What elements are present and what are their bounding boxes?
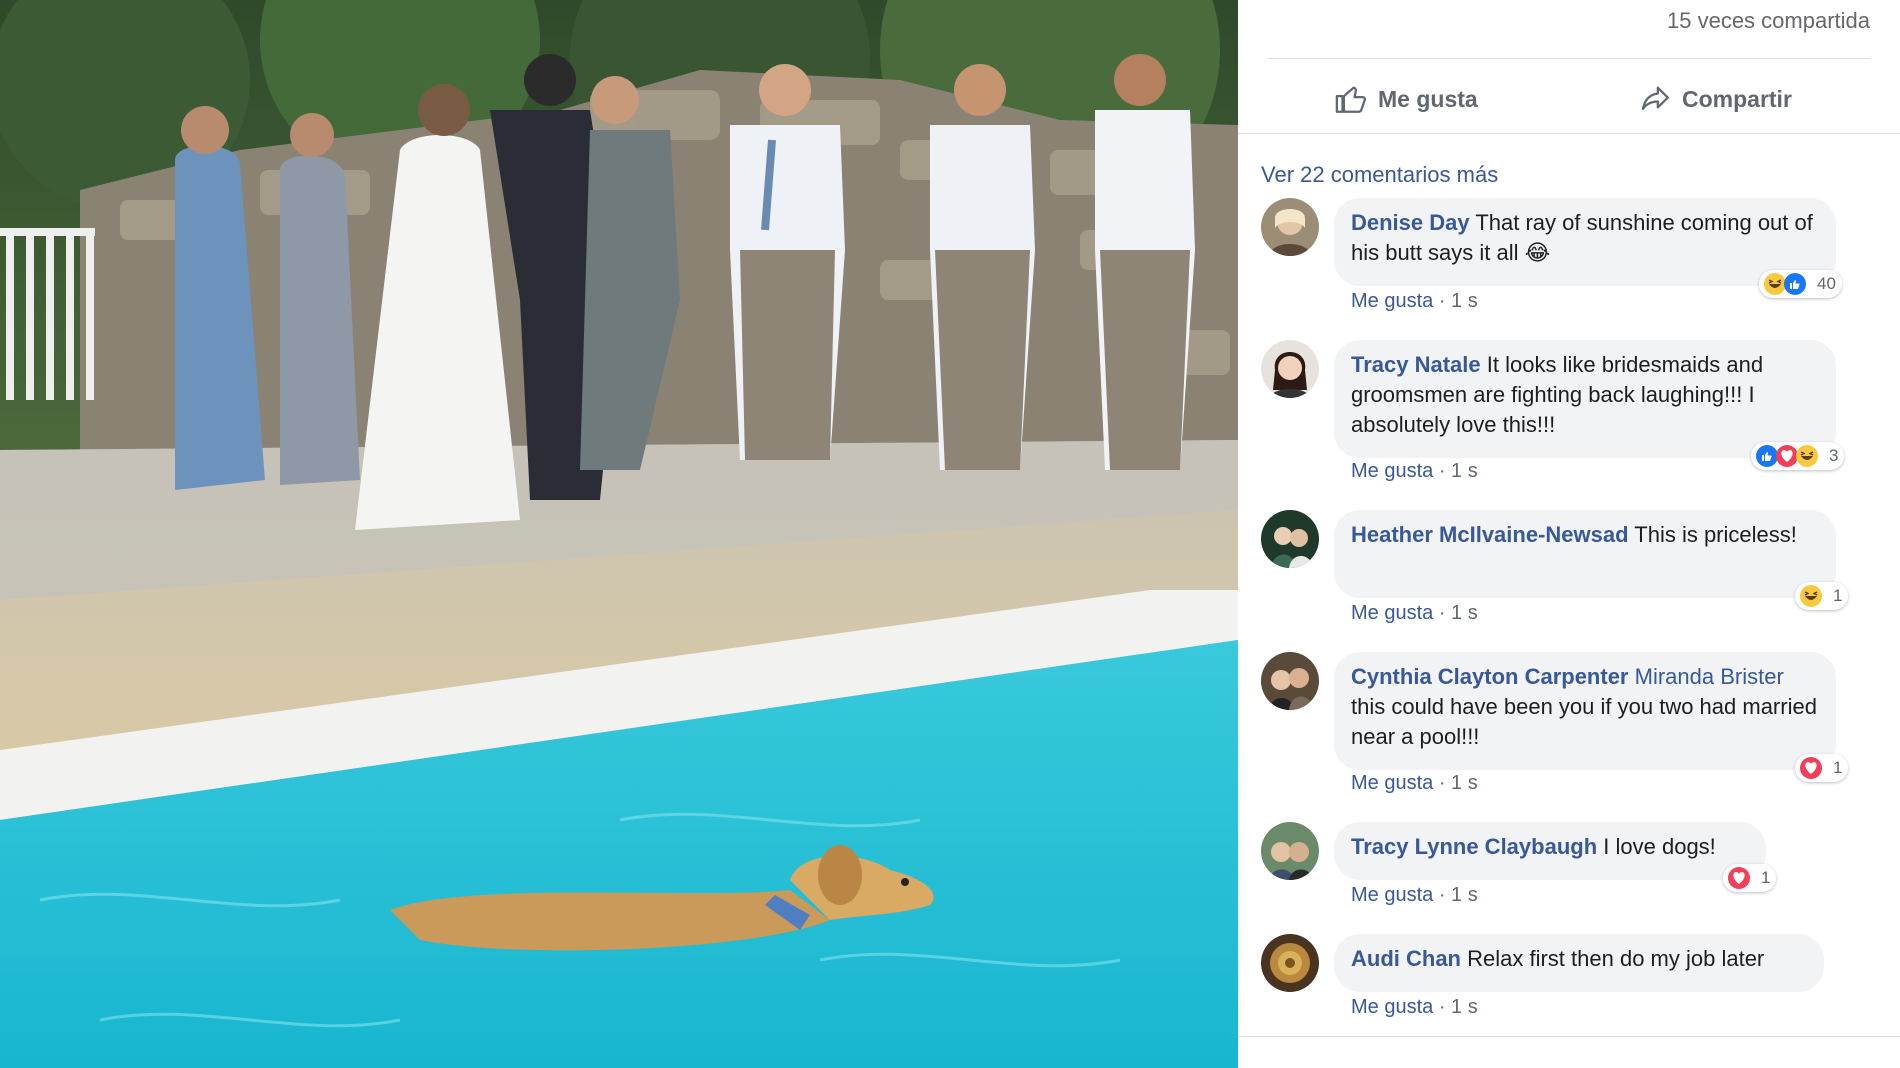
comment-author[interactable]: Cynthia Clayton Carpenter	[1351, 664, 1629, 689]
reaction-count: 1	[1761, 868, 1771, 887]
comment-meta: Me gusta · 1 s	[1351, 772, 1478, 794]
comment-bubble: Tracy Lynne Claybaugh I love dogs!	[1334, 822, 1766, 880]
haha-reaction-icon	[1796, 445, 1818, 467]
comment-time[interactable]: 1 s	[1451, 460, 1478, 482]
reaction-count: 3	[1829, 446, 1839, 465]
divider	[1238, 133, 1900, 134]
comment-bubble: Audi Chan Relax first then do my job lat…	[1334, 934, 1824, 992]
reaction-summary[interactable]: 3	[1751, 442, 1845, 470]
wedding-pool-photo	[0, 0, 1238, 1068]
comment-time[interactable]: 1 s	[1451, 772, 1478, 794]
thumbs-up-icon	[1335, 86, 1366, 113]
comment-like-link[interactable]: Me gusta	[1351, 602, 1433, 624]
comment-text: Relax first then do my job later	[1467, 946, 1765, 971]
avatar[interactable]	[1261, 822, 1319, 880]
reaction-summary[interactable]: 1	[1795, 754, 1849, 782]
comment-bubble: Tracy Natale It looks like bridesmaids a…	[1334, 340, 1836, 458]
comment-like-link[interactable]: Me gusta	[1351, 460, 1433, 482]
comment-author[interactable]: Tracy Natale	[1351, 352, 1481, 377]
comment-like-link[interactable]: Me gusta	[1351, 884, 1433, 906]
avatar[interactable]	[1261, 510, 1319, 568]
comment-bubble: Denise Day That ray of sunshine coming o…	[1334, 198, 1836, 286]
post-actions-bar: Me gusta Compartir	[1238, 70, 1900, 128]
love-reaction-icon	[1800, 757, 1822, 779]
reaction-summary[interactable]: 1	[1723, 864, 1777, 892]
comment-bubble: Heather McIlvaine-Newsad This is pricele…	[1334, 510, 1836, 598]
comment-meta: Me gusta · 1 s	[1351, 602, 1478, 624]
comment-meta: Me gusta · 1 s	[1351, 996, 1478, 1018]
reaction-count: 1	[1833, 586, 1843, 605]
avatar[interactable]	[1261, 934, 1319, 992]
reaction-count: 40	[1817, 274, 1836, 293]
divider	[1238, 1036, 1900, 1037]
comment-author[interactable]: Heather McIlvaine-Newsad	[1351, 522, 1629, 547]
like-reaction-icon	[1784, 273, 1806, 295]
love-reaction-icon	[1728, 867, 1750, 889]
like-button[interactable]: Me gusta	[1334, 76, 1478, 122]
divider	[1268, 58, 1870, 59]
share-button-label: Compartir	[1682, 85, 1792, 112]
comment-text: This is priceless!	[1634, 522, 1797, 547]
comment-time[interactable]: 1 s	[1451, 884, 1478, 906]
comment-time[interactable]: 1 s	[1451, 996, 1478, 1018]
comment-like-link[interactable]: Me gusta	[1351, 772, 1433, 794]
comment-like-link[interactable]: Me gusta	[1351, 290, 1433, 312]
share-button[interactable]: Compartir	[1638, 76, 1792, 122]
share-count[interactable]: 15 veces compartida	[1667, 8, 1870, 34]
share-arrow-icon	[1641, 86, 1669, 111]
comment-text: this could have been you if you two had …	[1351, 694, 1817, 749]
reaction-summary[interactable]: 1	[1795, 582, 1849, 610]
haha-reaction-icon	[1800, 585, 1822, 607]
view-more-comments-link[interactable]: Ver 22 comentarios más	[1261, 162, 1498, 188]
comment-author[interactable]: Tracy Lynne Claybaugh	[1351, 834, 1597, 859]
comment-time[interactable]: 1 s	[1451, 602, 1478, 624]
like-button-label: Me gusta	[1378, 85, 1478, 112]
comment-author[interactable]: Denise Day	[1351, 210, 1470, 235]
comment-author[interactable]: Audi Chan	[1351, 946, 1461, 971]
avatar[interactable]	[1261, 198, 1319, 256]
avatar[interactable]	[1261, 652, 1319, 710]
comment-mention[interactable]: Miranda Brister	[1635, 664, 1784, 689]
comment-meta: Me gusta · 1 s	[1351, 290, 1478, 312]
post-sidebar: 15 veces compartida Me gusta Compartir V…	[1238, 0, 1900, 1068]
comment-meta: Me gusta · 1 s	[1351, 460, 1478, 482]
comment-like-link[interactable]: Me gusta	[1351, 996, 1433, 1018]
reaction-count: 1	[1833, 758, 1843, 777]
comment-text: I love dogs!	[1603, 834, 1716, 859]
avatar[interactable]	[1261, 340, 1319, 398]
comment-meta: Me gusta · 1 s	[1351, 884, 1478, 906]
reaction-summary[interactable]: 40	[1759, 270, 1842, 298]
comment-time[interactable]: 1 s	[1451, 290, 1478, 312]
comment-bubble: Cynthia Clayton Carpenter Miranda Briste…	[1334, 652, 1836, 770]
post-photo[interactable]	[0, 0, 1238, 1068]
